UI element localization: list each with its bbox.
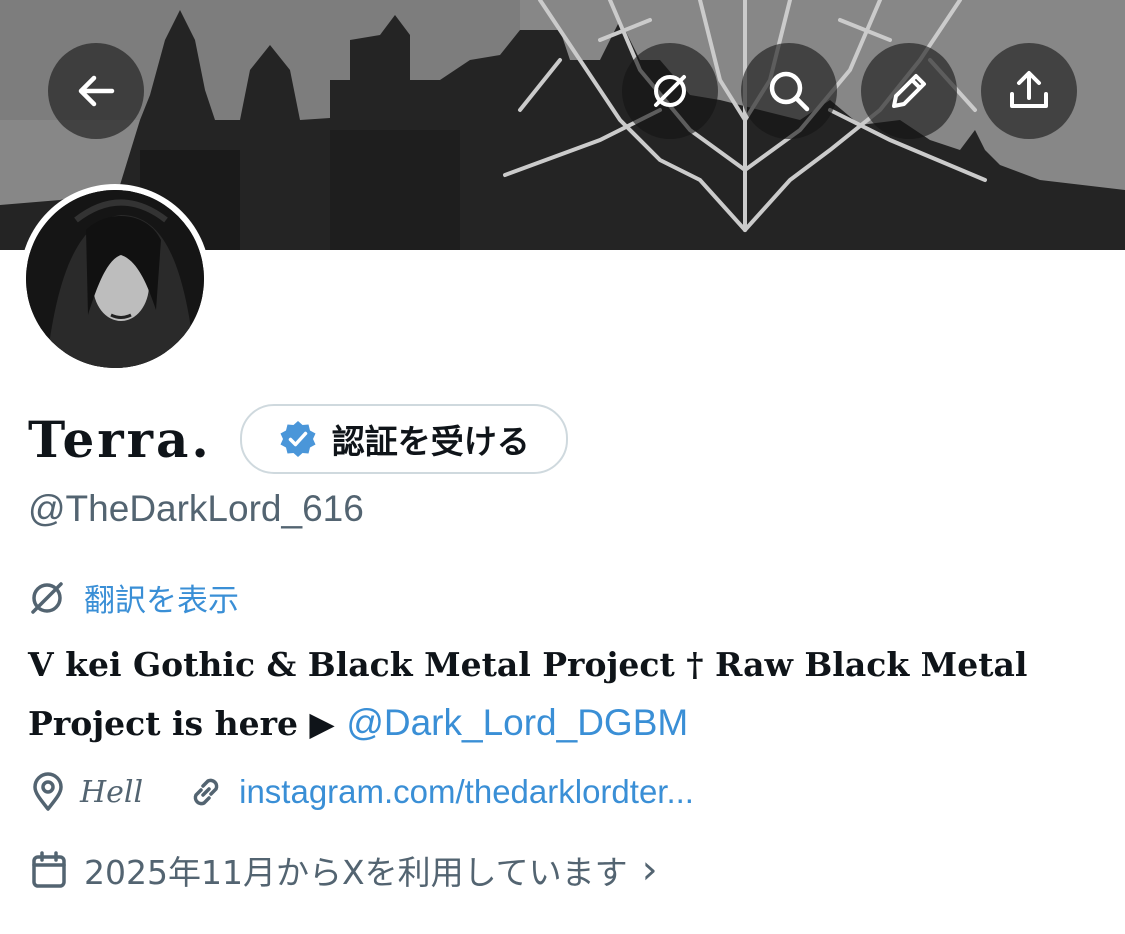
- translate-banner-button[interactable]: [622, 43, 718, 139]
- pencil-icon: [892, 74, 926, 108]
- profile-avatar[interactable]: [20, 184, 210, 374]
- name-row: Terra. 認証を受ける: [28, 404, 568, 474]
- website-item[interactable]: instagram.com/thedarklordter...: [187, 773, 694, 811]
- bio-mention-link[interactable]: @Dark_Lord_DGBM: [346, 702, 688, 743]
- verified-badge-icon: [280, 421, 316, 457]
- user-handle: @TheDarkLord_616: [28, 488, 364, 529]
- show-translation-label: 翻訳を表示: [84, 583, 239, 619]
- website-link[interactable]: instagram.com/thedarklordter...: [239, 773, 694, 811]
- chevron-right-icon: ›: [641, 847, 658, 893]
- get-verified-button[interactable]: 認証を受ける: [239, 404, 568, 474]
- avatar-image: [26, 190, 204, 368]
- location-text: Hell: [80, 774, 144, 810]
- arrow-left-icon: [78, 75, 115, 107]
- search-icon: [769, 71, 810, 112]
- share-icon: [1010, 71, 1048, 108]
- edit-button[interactable]: [861, 43, 957, 139]
- translate-icon: [654, 75, 686, 107]
- joined-date-text: 2025年11月からXを利用しています: [84, 853, 628, 892]
- back-button[interactable]: [48, 43, 144, 139]
- translate-icon: [31, 581, 63, 614]
- get-verified-label: 認証を受ける: [331, 422, 530, 461]
- profile-meta-row: Hell instagram.com/thedarklordter...: [30, 772, 694, 812]
- calendar-icon: [32, 851, 66, 888]
- profile-bio: V kei Gothic & Black Metal Project † Raw…: [28, 636, 1098, 753]
- share-button[interactable]: [981, 43, 1077, 139]
- location-item: Hell: [30, 772, 143, 812]
- joined-date-row[interactable]: 2025年11月からXを利用しています ›: [30, 846, 658, 894]
- location-pin-icon: [33, 772, 63, 811]
- link-icon: [193, 778, 219, 806]
- show-translation-link[interactable]: 翻訳を表示: [26, 575, 239, 620]
- search-button[interactable]: [741, 43, 837, 139]
- display-name: Terra.: [28, 409, 212, 469]
